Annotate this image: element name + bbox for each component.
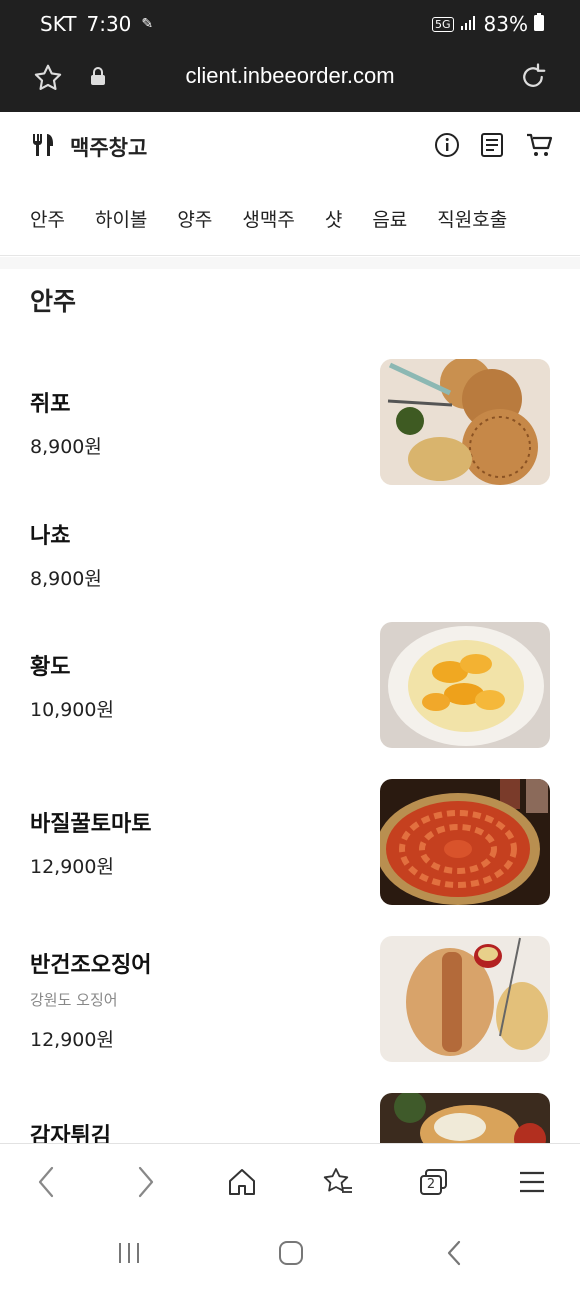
fork-knife-icon xyxy=(30,132,56,162)
tabs-count: 2 xyxy=(420,1175,442,1195)
tab-liquor[interactable]: 양주 xyxy=(177,205,212,232)
tab-shot[interactable]: 샷 xyxy=(325,205,342,232)
item-description: 강원도 오징어 xyxy=(30,991,118,1009)
back-nav-button[interactable] xyxy=(434,1237,474,1269)
battery-icon xyxy=(534,12,544,36)
home-nav-button[interactable] xyxy=(271,1237,311,1269)
item-name: 쥐포 xyxy=(30,392,71,417)
section-divider xyxy=(0,257,580,269)
menu-item[interactable]: 나쵸 8,900원 xyxy=(0,506,580,606)
status-left: SKT 7:30 ✎ xyxy=(40,12,153,36)
info-icon[interactable] xyxy=(434,132,459,158)
tab-draft-beer[interactable]: 생맥주 xyxy=(242,205,294,232)
status-bar: SKT 7:30 ✎ 5G 83% xyxy=(0,0,580,50)
menu-item[interactable]: 바질꿀토마토 12,900원 xyxy=(0,778,580,908)
address-field[interactable]: client.inbeeorder.com xyxy=(0,63,580,89)
home-button[interactable] xyxy=(224,1164,260,1200)
battery-label: 83% xyxy=(483,12,528,36)
item-price: 12,900원 xyxy=(30,1029,114,1051)
menu-item[interactable]: 반건조오징어 강원도 오징어 12,900원 xyxy=(0,935,580,1065)
menu-button[interactable] xyxy=(514,1164,550,1200)
pen-icon: ✎ xyxy=(141,16,154,32)
menu-item[interactable]: 감자튀김 xyxy=(0,1092,580,1143)
item-photo xyxy=(380,622,550,748)
item-price: 8,900원 xyxy=(30,568,102,590)
app-header: 맥주창고 xyxy=(0,112,580,182)
item-name: 나쵸 xyxy=(30,524,71,549)
carrier-label: SKT xyxy=(40,12,77,36)
category-tabs: 안주 하이볼 양주 생맥주 샷 음료 직원호출 xyxy=(0,182,580,256)
brand-name: 맥주창고 xyxy=(70,136,148,160)
reload-icon[interactable] xyxy=(518,62,548,96)
brand[interactable]: 맥주창고 xyxy=(30,132,147,162)
item-name: 바질꿀토마토 xyxy=(30,812,152,837)
tab-highball[interactable]: 하이볼 xyxy=(95,205,147,232)
menu-item[interactable]: 황도 10,900원 xyxy=(0,621,580,751)
browser-toolbar: 2 xyxy=(0,1143,580,1219)
item-photo xyxy=(380,359,550,485)
cart-icon[interactable] xyxy=(526,132,553,158)
back-button[interactable] xyxy=(28,1164,64,1200)
item-name: 감자튀김 xyxy=(30,1124,111,1143)
status-right: 5G 83% xyxy=(432,12,544,36)
system-nav-bar xyxy=(0,1219,580,1289)
recent-apps-button[interactable] xyxy=(109,1237,149,1269)
tabs-button[interactable]: 2 xyxy=(416,1164,452,1200)
tab-drinks[interactable]: 음료 xyxy=(372,205,407,232)
section-title: 안주 xyxy=(30,287,77,316)
item-price: 8,900원 xyxy=(30,436,102,458)
item-name: 반건조오징어 xyxy=(30,953,152,978)
clock: 7:30 xyxy=(86,12,132,36)
signal-icon xyxy=(460,12,478,36)
item-price: 10,900원 xyxy=(30,699,114,721)
item-photo xyxy=(380,936,550,1062)
item-name: 황도 xyxy=(30,655,71,680)
network-label: 5G xyxy=(432,16,454,32)
receipt-icon[interactable] xyxy=(480,132,504,158)
item-photo xyxy=(380,779,550,905)
item-photo xyxy=(380,1093,550,1143)
url-bar: client.inbeeorder.com xyxy=(0,50,580,112)
item-price: 12,900원 xyxy=(30,856,114,878)
bookmarks-button[interactable] xyxy=(320,1164,356,1200)
tab-call-staff[interactable]: 직원호출 xyxy=(437,205,507,232)
header-actions xyxy=(434,132,553,158)
forward-button[interactable] xyxy=(128,1164,164,1200)
tab-anju[interactable]: 안주 xyxy=(30,205,65,232)
menu-item[interactable]: 쥐포 8,900원 xyxy=(0,358,580,488)
